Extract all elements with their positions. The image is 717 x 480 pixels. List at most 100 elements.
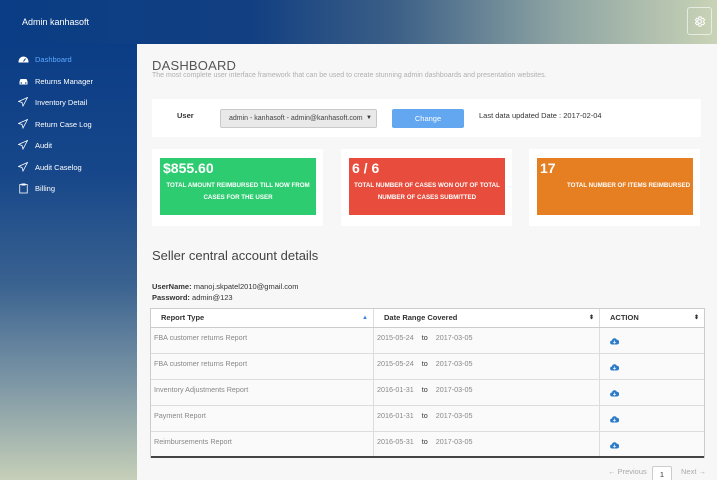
sort-asc-icon: ▲ xyxy=(362,315,368,321)
sidebar-item-dashboard[interactable]: Dashboard xyxy=(0,49,137,69)
sidebar-item-label: Inventory Detail xyxy=(35,97,88,107)
cloud-download-icon[interactable] xyxy=(610,389,619,397)
action-cell xyxy=(600,380,704,406)
stat-card-body: $855.60 TOTAL AMOUNT REIMBURSED TILL NOW… xyxy=(160,158,316,215)
sidebar: Dashboard Returns Manager Inventory Deta… xyxy=(0,44,137,480)
table-row: FBA customer returns Report 2015-05-24 to… xyxy=(151,354,704,380)
to-label: to xyxy=(421,333,428,342)
user-select-value: admin - kanhasoft - admin@kanhasoft.com xyxy=(229,115,363,122)
sidebar-item-label: Audit xyxy=(35,140,53,150)
reports-table: Report Type ▲ Date Range Covered ⬍ ACTIO… xyxy=(150,308,705,458)
sidebar-item-inventory-detail[interactable]: Inventory Detail xyxy=(0,92,137,112)
table-row: FBA customer returns Report 2015-05-24 to… xyxy=(151,328,704,354)
sidebar-item-returns-manager[interactable]: Returns Manager xyxy=(0,71,137,91)
settings-button[interactable] xyxy=(687,7,712,35)
main-content: DASHBOARD The most complete user interfa… xyxy=(137,44,717,480)
caret-down-icon: ▼ xyxy=(366,115,372,121)
action-cell xyxy=(600,354,704,380)
date-to: 2017-03-05 xyxy=(435,411,473,420)
column-header-label: ACTION xyxy=(610,313,639,322)
sidebar-item-return-case-log[interactable]: Return Case Log xyxy=(0,114,137,134)
password-label: Password: xyxy=(152,293,190,302)
gear-icon xyxy=(694,15,706,27)
stat-description-line: TOTAL AMOUNT REIMBURSED TILL NOW FROM xyxy=(166,182,310,189)
date-from: 2015-05-24 xyxy=(377,333,414,342)
report-type-cell: FBA customer returns Report xyxy=(151,354,374,379)
date-from: 2015-05-24 xyxy=(377,359,414,368)
stat-card-body: 6 / 6 TOTAL NUMBER OF CASES WON OUT OF T… xyxy=(349,158,505,215)
date-to: 2017-03-05 xyxy=(435,437,473,446)
report-type-cell: Inventory Adjustments Report xyxy=(151,380,374,405)
date-from: 2016-01-31 xyxy=(377,411,414,420)
sort-both-icon: ⬍ xyxy=(588,315,594,321)
clipboard-icon xyxy=(17,182,29,194)
pagination-page-1[interactable]: 1 xyxy=(652,466,672,480)
cloud-download-icon[interactable] xyxy=(610,415,619,423)
stat-card-cases-won: 6 / 6 TOTAL NUMBER OF CASES WON OUT OF T… xyxy=(341,149,512,226)
car-icon xyxy=(17,75,29,87)
date-range-cell: 2015-05-24 to 2017-03-05 xyxy=(374,354,600,379)
date-from: 2016-05-31 xyxy=(377,437,414,446)
to-label: to xyxy=(421,385,428,394)
sidebar-item-label: Dashboard xyxy=(35,54,72,64)
column-header-label: Report Type xyxy=(161,313,205,322)
username-label: UserName: xyxy=(152,282,192,291)
stat-description-line: CASES FOR THE USER xyxy=(203,194,273,201)
cloud-download-icon[interactable] xyxy=(610,337,619,345)
cloud-download-icon[interactable] xyxy=(610,441,619,449)
column-header-report-type[interactable]: Report Type ▲ xyxy=(151,309,374,327)
brand-title[interactable]: Admin kanhasoft xyxy=(22,17,89,27)
table-row: Reimbursements Report 2016-05-31 to 2017-0… xyxy=(151,432,704,458)
action-cell xyxy=(600,406,704,432)
stat-card-amount-reimbursed: $855.60 TOTAL AMOUNT REIMBURSED TILL NOW… xyxy=(152,149,323,226)
action-cell xyxy=(600,432,704,458)
date-from: 2016-01-31 xyxy=(377,385,414,394)
paper-plane-icon xyxy=(17,118,29,130)
password-row: Password: admin@123 xyxy=(152,293,233,302)
sidebar-item-billing[interactable]: Billing xyxy=(0,178,137,198)
report-type-cell: FBA customer returns Report xyxy=(151,328,374,353)
pagination-next[interactable]: Next → xyxy=(681,467,706,476)
to-label: to xyxy=(421,437,428,446)
sidebar-item-label: Billing xyxy=(35,183,56,193)
username-value: manoj.skpatel2010@gmail.com xyxy=(193,282,299,291)
column-header-label: Date Range Covered xyxy=(384,313,458,322)
top-bar: Admin kanhasoft xyxy=(0,0,717,44)
stat-value: $855.60 xyxy=(163,160,214,176)
column-header-action[interactable]: ACTION ⬍ xyxy=(600,309,704,327)
date-range-cell: 2016-01-31 to 2017-03-05 xyxy=(374,380,600,405)
user-label: User xyxy=(177,111,194,120)
action-cell xyxy=(600,328,704,354)
cloud-download-icon[interactable] xyxy=(610,363,619,371)
stat-description: TOTAL AMOUNT REIMBURSED TILL NOW FROM CA… xyxy=(160,180,316,204)
stat-description: TOTAL NUMBER OF ITEMS REIMBURSED xyxy=(567,182,691,189)
password-value: admin@123 xyxy=(192,293,233,302)
date-to: 2017-03-05 xyxy=(435,333,473,342)
date-range-cell: 2016-01-31 to 2017-03-05 xyxy=(374,406,600,431)
column-header-date-range[interactable]: Date Range Covered ⬍ xyxy=(374,309,600,327)
date-range-cell: 2016-05-31 to 2017-03-05 xyxy=(374,432,600,456)
last-update-text: Last data updated Date : 2017-02-04 xyxy=(479,111,602,120)
paper-plane-icon xyxy=(17,96,29,108)
user-selector-panel: User admin - kanhasoft - admin@kanhasoft… xyxy=(152,99,701,137)
date-to: 2017-03-05 xyxy=(435,359,473,368)
sidebar-item-audit-caselog[interactable]: Audit Caselog xyxy=(0,157,137,177)
sidebar-item-label: Audit Caselog xyxy=(35,162,82,172)
stat-card-body: 17 TOTAL NUMBER OF ITEMS REIMBURSED xyxy=(537,158,693,215)
stat-value: 6 / 6 xyxy=(352,160,380,176)
stat-card-items-reimbursed: 17 TOTAL NUMBER OF ITEMS REIMBURSED xyxy=(529,149,700,226)
stat-description-line: TOTAL NUMBER OF CASES WON OUT OF TOTAL xyxy=(354,182,500,189)
to-label: to xyxy=(421,359,428,368)
sidebar-item-audit[interactable]: Audit xyxy=(0,135,137,155)
change-button[interactable]: Change xyxy=(392,109,464,128)
user-select[interactable]: admin - kanhasoft - admin@kanhasoft.com … xyxy=(220,109,377,128)
stat-description-line: NUMBER OF CASES SUBMITTED xyxy=(377,194,477,201)
date-to: 2017-03-05 xyxy=(435,385,473,394)
table-row: Payment Report 2016-01-31 to 2017-03-05 xyxy=(151,406,704,432)
table-row: Inventory Adjustments Report 2016-01-31 t… xyxy=(151,380,704,406)
sort-both-icon: ⬍ xyxy=(693,315,699,321)
stat-value: 17 xyxy=(540,160,556,176)
page-subtitle: The most complete user interface framewo… xyxy=(152,72,547,79)
stat-description: TOTAL NUMBER OF CASES WON OUT OF TOTAL N… xyxy=(349,180,505,204)
pagination-previous[interactable]: ← Previous xyxy=(608,467,647,476)
